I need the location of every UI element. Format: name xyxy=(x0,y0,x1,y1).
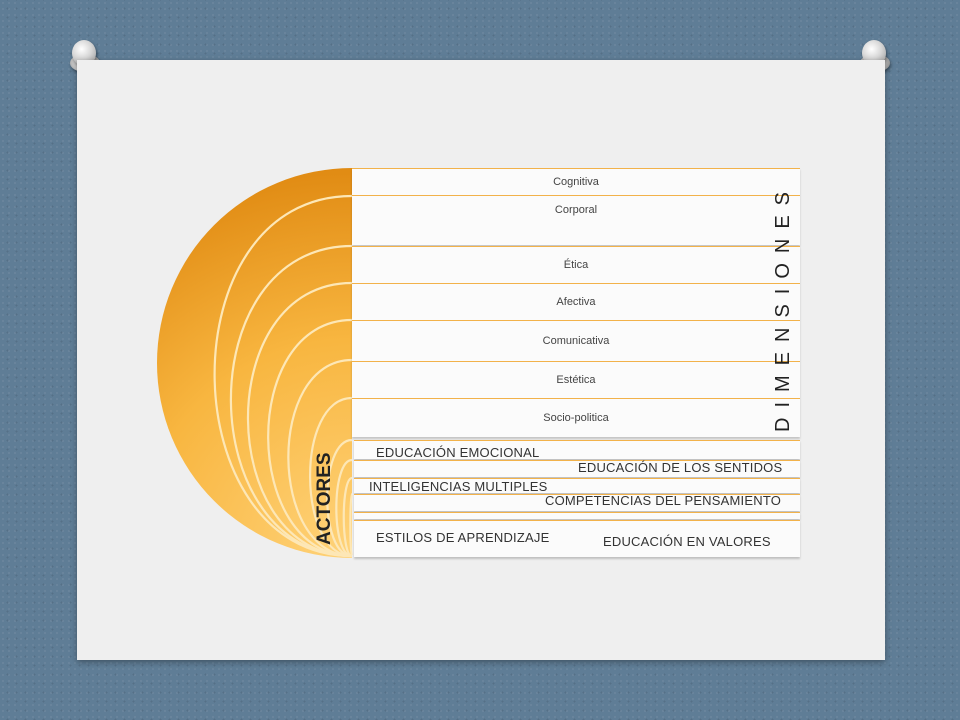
dimension-bar: Afectiva xyxy=(352,283,800,320)
dimension-bar: Corporal xyxy=(352,195,800,245)
actors-label: ACTORES xyxy=(314,452,335,545)
approach-label: EDUCACIÓN EN VALORES xyxy=(603,534,771,549)
dimension-label: Socio-politica xyxy=(543,412,609,424)
approach-label: COMPETENCIAS DEL PENSAMIENTO xyxy=(545,493,782,508)
approach-label: INTELIGENCIAS MULTIPLES xyxy=(369,479,548,494)
approach-bar xyxy=(354,512,800,519)
approach-label: ESTILOS DE APRENDIZAJE xyxy=(376,530,550,545)
dimension-bar: Comunicativa xyxy=(352,320,800,361)
dimension-label: Cognitiva xyxy=(553,176,599,188)
dimension-label: Afectiva xyxy=(556,296,596,308)
dimensions-label: DIMENSIONES xyxy=(772,181,794,432)
dimension-label: Ética xyxy=(563,259,589,271)
dimension-bar: Estética xyxy=(352,361,800,398)
approach-label: EDUCACIÓN EMOCIONAL xyxy=(376,445,540,460)
dimension-label: Estética xyxy=(556,374,596,386)
dimension-bar: Cognitiva xyxy=(352,168,800,195)
dimension-bar: Socio-politica xyxy=(352,398,800,437)
dimension-label: Comunicativa xyxy=(542,335,610,347)
approach-label: EDUCACIÓN DE LOS SENTIDOS xyxy=(578,460,783,475)
dimension-label: Corporal xyxy=(554,204,598,216)
dimension-bar: Ética xyxy=(352,246,800,283)
